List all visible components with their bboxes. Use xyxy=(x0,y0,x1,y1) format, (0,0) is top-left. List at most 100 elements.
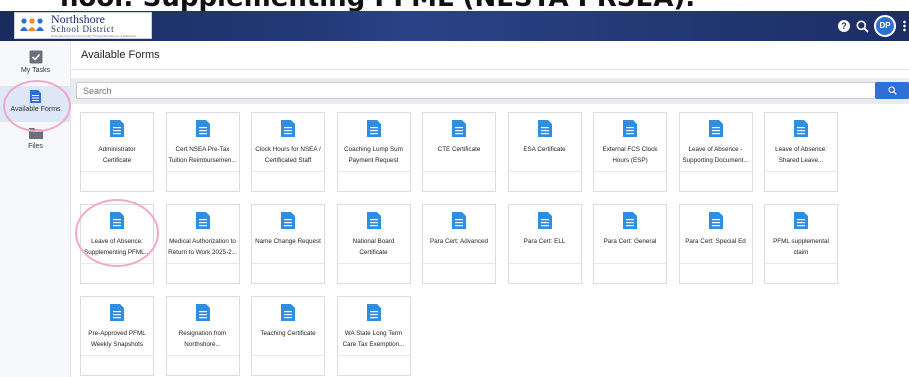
district-logo[interactable]: Northshore School District Strengthening… xyxy=(14,12,152,39)
search-icon xyxy=(887,86,897,95)
form-card-label-line2: Certificate xyxy=(359,249,388,256)
document-icon xyxy=(452,212,466,234)
form-card[interactable]: Cert NSEA Pre-Tax Tuition Reimbursemen... xyxy=(165,112,240,192)
sidebar-item-files[interactable]: Files xyxy=(0,127,71,163)
slide-title: hool: Supplementing PFML (NESTA PRSEA). xyxy=(0,0,909,11)
form-card-label-line2: claim xyxy=(793,249,809,256)
form-card-label: Administrator Certificate xyxy=(73,144,161,166)
document-icon xyxy=(794,212,808,234)
card-divider xyxy=(252,355,324,356)
document-icon xyxy=(30,90,41,103)
document-icon xyxy=(366,304,381,326)
top-app-bar: Northshore School District Strengthening… xyxy=(0,11,909,41)
form-card-label: PFML supplemental claim xyxy=(757,236,845,258)
form-card-label: Name Change Request xyxy=(244,236,332,247)
form-card-label: Leave of Absence: Shared Leave... xyxy=(757,144,845,166)
card-divider xyxy=(337,355,410,356)
folder-icon xyxy=(28,128,43,139)
card-divider xyxy=(594,171,666,172)
document-icon xyxy=(195,212,210,234)
document-icon xyxy=(452,120,466,142)
document-icon xyxy=(366,212,381,234)
form-card[interactable]: Medical Authorization to Return to Work 2… xyxy=(165,204,240,284)
form-card-label: Para Cert: ELL xyxy=(501,236,589,247)
form-card-label: WA State Long Term Care Tax Exemption... xyxy=(330,328,418,350)
form-card[interactable]: Leave of Absence: Supplementing PFML... xyxy=(80,204,154,284)
form-card[interactable]: National Board Certificate xyxy=(336,204,411,284)
form-card-label-line2: Supporting Document... xyxy=(682,157,749,164)
page-title: Available Forms xyxy=(81,49,160,61)
form-card-label-line1: Medical Authorization to xyxy=(169,238,236,245)
form-card[interactable]: Pre-Approved PFML Weekly Snapshots xyxy=(80,296,154,376)
search-icon[interactable] xyxy=(853,17,871,35)
form-card[interactable]: Teaching Certificate xyxy=(251,296,325,376)
logo-tagline: Strengthening Our Community Through Exce… xyxy=(51,34,137,38)
form-card-label: Leave of Absence: Supplementing PFML... xyxy=(73,236,161,258)
user-avatar[interactable]: DP xyxy=(874,15,896,37)
form-card-label-line1: Para Cert: ELL xyxy=(523,238,566,245)
form-card-label-line1: Para Cert: General xyxy=(603,238,657,245)
sidebar-item-my-tasks[interactable]: My Tasks xyxy=(0,50,71,86)
form-card[interactable]: PFML supplemental claim xyxy=(764,204,838,284)
search-button[interactable] xyxy=(875,82,909,99)
form-card-label-line2: Shared Leave... xyxy=(778,157,824,164)
form-card-label-line2: Care Tax Exemption... xyxy=(342,341,405,348)
more-menu-icon[interactable] xyxy=(899,17,909,35)
document-icon xyxy=(195,120,210,142)
form-card-label-line1: Resignation from xyxy=(178,330,227,337)
form-card-label-line1: Coaching Lump Sum xyxy=(344,146,403,153)
people-logo-icon xyxy=(19,17,45,35)
form-card-label-line2: Certificated Staff xyxy=(264,157,312,164)
document-icon xyxy=(366,120,381,142)
card-divider xyxy=(765,263,837,264)
form-card-label: Leave of Absence - Supporting Document... xyxy=(672,144,760,166)
form-card-label: Cert NSEA Pre-Tax Tuition Reimbursemen... xyxy=(159,144,247,166)
form-card[interactable]: CTE Certificate xyxy=(422,112,496,192)
sidebar-item-label: My Tasks xyxy=(20,67,51,74)
form-card-label: ESA Certificate xyxy=(501,144,589,155)
document-icon xyxy=(281,304,295,326)
card-divider xyxy=(252,171,324,172)
help-icon[interactable]: ? xyxy=(835,17,853,35)
form-card-label: Coaching Lump Sum Payment Request xyxy=(330,144,418,166)
form-card[interactable]: Administrator Certificate xyxy=(80,112,154,192)
form-card[interactable]: Leave of Absence: Shared Leave... xyxy=(764,112,838,192)
form-card[interactable]: Para Cert: ELL xyxy=(507,204,582,284)
form-card[interactable]: Para Cert: Special Ed xyxy=(678,204,753,284)
form-card[interactable]: WA State Long Term Care Tax Exemption... xyxy=(336,296,411,376)
form-card[interactable]: Clock Hours for NSEA / Certificated Staff xyxy=(251,112,325,192)
form-card-label-line1: PFML supplemental xyxy=(773,238,829,245)
form-card[interactable]: Name Change Request xyxy=(251,204,325,284)
form-card-label: Para Cert: Special Ed xyxy=(672,236,760,247)
form-card-label: Para Cert: General xyxy=(586,236,674,247)
form-card[interactable]: Resignation from Northshore... xyxy=(165,296,240,376)
form-card-label: CTE Certificate xyxy=(415,144,503,155)
checkbox-icon xyxy=(29,50,42,64)
form-card[interactable]: Para Cert: Advanced xyxy=(422,204,496,284)
card-divider xyxy=(508,171,581,172)
form-card[interactable]: Coaching Lump Sum Payment Request xyxy=(336,112,411,192)
card-divider xyxy=(81,171,153,172)
card-divider xyxy=(81,355,153,356)
form-card[interactable]: External FCS Clock Hours (ESP) xyxy=(593,112,667,192)
sidebar-item-available-forms[interactable]: Available Forms xyxy=(0,86,71,122)
form-card[interactable]: Leave of Absence - Supporting Document... xyxy=(678,112,753,192)
form-card-label-line2: Payment Request xyxy=(348,157,399,164)
document-icon xyxy=(110,304,124,326)
document-icon xyxy=(794,120,808,142)
form-card-label-line1: Leave of Absence: xyxy=(91,238,143,245)
card-divider xyxy=(423,263,495,264)
form-card-label-line1: CTE Certificate xyxy=(437,146,481,153)
form-card-label-line2: Supplementing PFML... xyxy=(84,249,150,256)
form-card-label-line1: National Board xyxy=(352,238,395,245)
form-card-label-line1: Teaching Certificate xyxy=(260,330,316,337)
form-card[interactable]: Para Cert: General xyxy=(593,204,667,284)
form-card-label: Clock Hours for NSEA / Certificated Staff xyxy=(244,144,332,166)
form-card-label: Medical Authorization to Return to Work 2… xyxy=(159,236,247,258)
form-card[interactable]: ESA Certificate xyxy=(507,112,582,192)
form-card-label-line2: Weekly Snapshots xyxy=(90,341,144,348)
document-icon xyxy=(708,120,723,142)
card-divider xyxy=(679,263,752,264)
form-card-label-line1: Para Cert: Special Ed xyxy=(685,238,746,245)
search-input[interactable] xyxy=(76,82,909,99)
